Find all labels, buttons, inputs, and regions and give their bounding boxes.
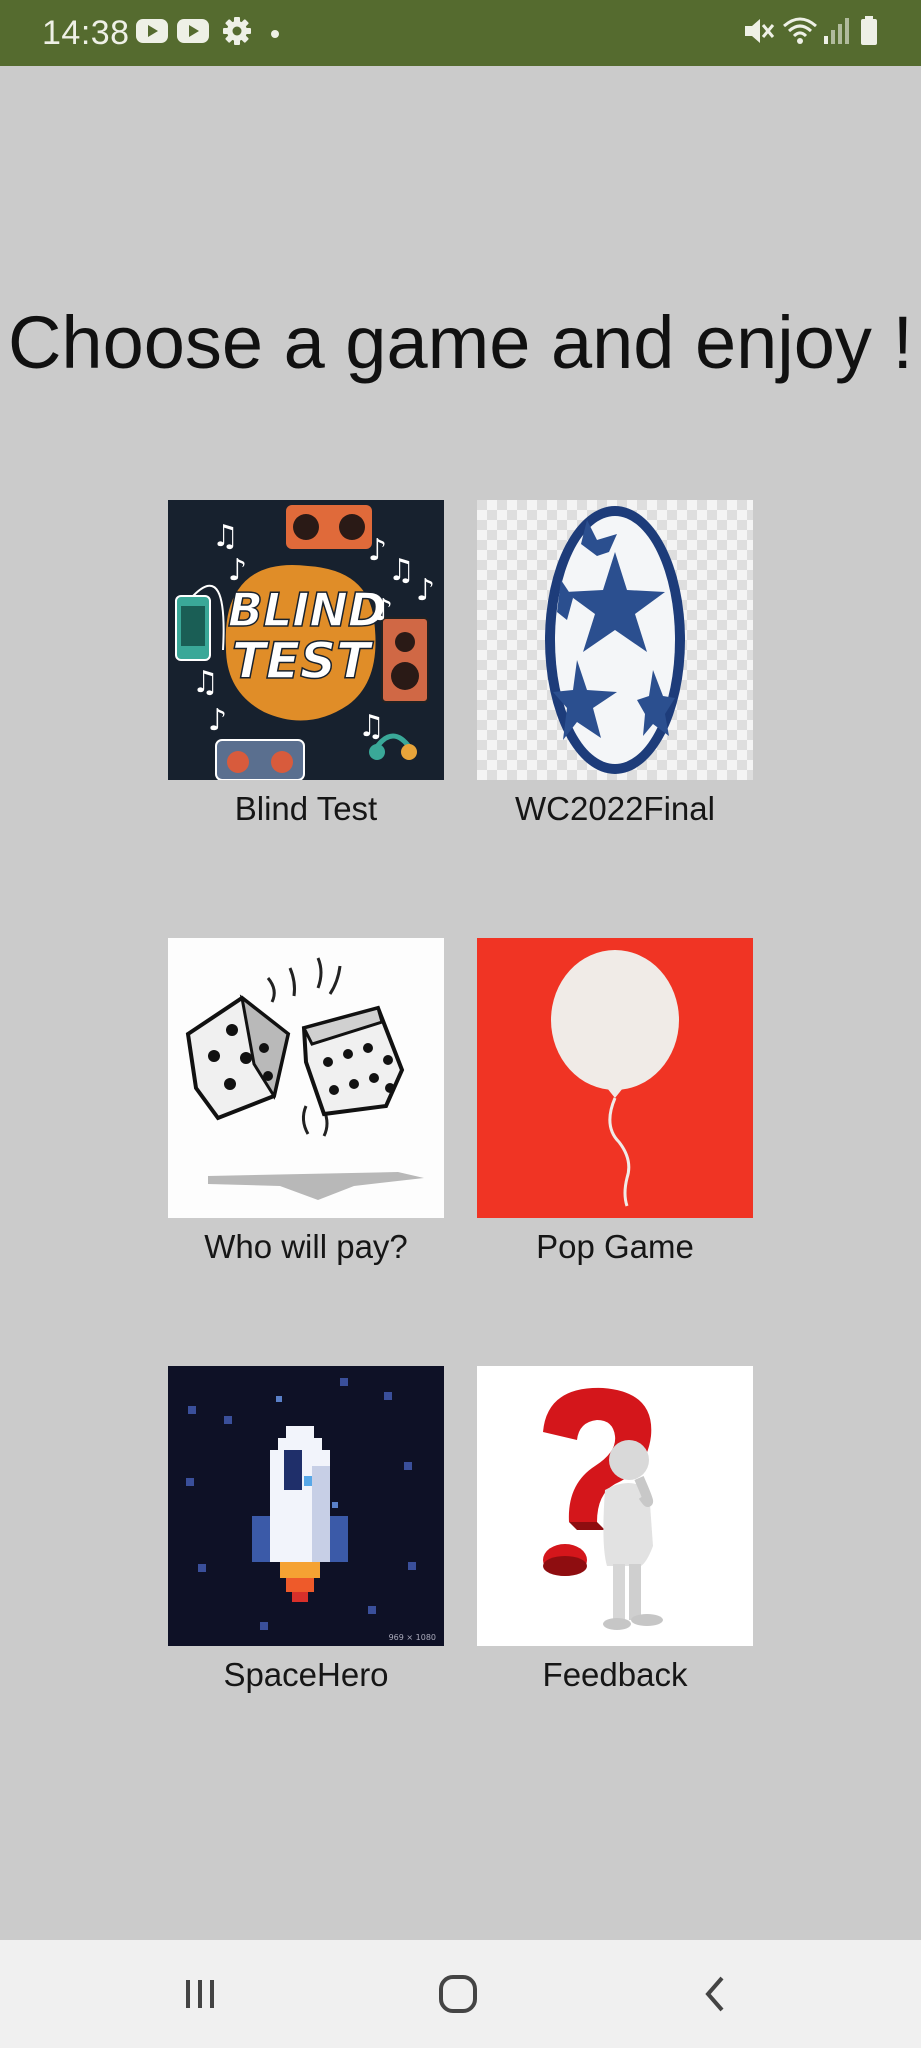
svg-text:969 × 1080: 969 × 1080 — [389, 1633, 436, 1642]
svg-text:♪: ♪ — [368, 533, 387, 568]
svg-text:♫: ♫ — [358, 709, 385, 744]
svg-text:♫: ♫ — [388, 553, 415, 588]
gear-icon — [220, 14, 254, 53]
game-label: Who will pay? — [204, 1228, 408, 1265]
home-icon[interactable] — [418, 1962, 498, 2026]
spacehero-thumbnail: 969 × 1080 — [168, 1366, 444, 1646]
svg-text:BLIND: BLIND — [228, 583, 386, 637]
game-label: SpaceHero — [223, 1656, 389, 1693]
svg-text:♪: ♪ — [416, 573, 435, 608]
status-time: 14:38 — [42, 14, 130, 52]
system-nav-bar — [0, 1940, 921, 2048]
game-tile-pop-game[interactable]: Pop Game — [477, 938, 753, 1266]
blind-test-thumbnail: BLIND TEST ♫ ♪ ♪ ♫ ♫ ♪ ♫ ♪ ♪ — [168, 500, 444, 780]
svg-text:TEST: TEST — [232, 632, 374, 690]
signal-icon — [822, 14, 852, 53]
feedback-thumbnail — [477, 1366, 753, 1646]
game-tile-who-will-pay[interactable]: Who will pay? — [168, 938, 444, 1266]
svg-text:♫: ♫ — [212, 519, 239, 554]
youtube-icon — [135, 14, 169, 53]
game-tile-wc2022final[interactable]: WC2022Final — [477, 500, 753, 828]
game-label: Feedback — [542, 1656, 688, 1693]
game-label: WC2022Final — [515, 790, 715, 827]
status-bar: 14:38 — [0, 0, 921, 66]
svg-text:♫: ♫ — [192, 665, 219, 700]
back-icon[interactable] — [676, 1962, 756, 2026]
mute-icon — [742, 14, 776, 53]
dot-icon — [270, 26, 280, 44]
svg-text:♪: ♪ — [208, 703, 227, 738]
wifi-icon — [782, 14, 818, 53]
battery-icon — [858, 14, 880, 53]
svg-text:♪: ♪ — [374, 593, 393, 628]
youtube-icon — [176, 14, 210, 53]
game-label: Pop Game — [536, 1228, 694, 1265]
game-tile-blind-test[interactable]: BLIND TEST ♫ ♪ ♪ ♫ ♫ ♪ ♫ ♪ ♪ Blind Test — [168, 500, 444, 828]
pop-game-thumbnail — [477, 938, 753, 1218]
svg-text:♪: ♪ — [228, 553, 247, 588]
who-will-pay-thumbnail — [168, 938, 444, 1218]
game-tile-feedback[interactable]: Feedback — [477, 1366, 753, 1694]
game-label: Blind Test — [234, 790, 378, 827]
game-tile-spacehero[interactable]: 969 × 1080 SpaceHero — [168, 1366, 444, 1694]
recent-apps-icon[interactable] — [160, 1962, 240, 2026]
page-title: Choose a game and enjoy ! — [7, 301, 914, 384]
wc2022final-thumbnail — [477, 500, 753, 780]
